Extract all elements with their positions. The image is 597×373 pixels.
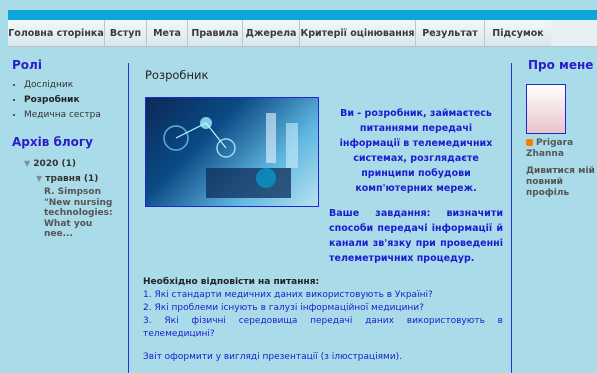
left-sidebar: Ролі Дослідник Розробник Медична сестра … (12, 58, 122, 240)
intro-block: Ви - розробник, займаєтесь питаннями пер… (329, 106, 503, 196)
role-researcher[interactable]: Дослідник (24, 80, 122, 91)
tab-criteria[interactable]: Критерії оцінювання (300, 20, 416, 46)
question-1: 1. Які стандарти медичних даних використ… (143, 290, 433, 300)
lab-illustration (163, 113, 298, 198)
roles-list: Дослідник Розробник Медична сестра (12, 80, 122, 121)
post-heading: Розробник (145, 68, 209, 82)
question-2: 2. Які проблеми існують в галузі інформа… (143, 303, 424, 313)
task-text: Ваше завдання: визначити способи передач… (329, 208, 503, 264)
tab-intro[interactable]: Вступ (105, 20, 147, 46)
archive-year[interactable]: ▼ 2020 (1) (24, 159, 122, 169)
questions-block: Необхідно відповісти на питання: 1. Які … (143, 276, 503, 341)
top-margin (0, 0, 597, 10)
archive-title: Архів блогу (12, 135, 94, 149)
intro-text: Ви - розробник, займаєтесь питаннями пер… (339, 108, 493, 194)
roles-title: Ролі (12, 58, 42, 72)
right-sidebar: Про мене Prigara Zhanna Дивитися мій пов… (520, 58, 597, 198)
navigation-tabs: Головна сторінка Вступ Мета Правила Джер… (8, 20, 597, 47)
profile-link[interactable]: Дивитися мій повний профіль (526, 166, 596, 199)
questions-title: Необхідно відповісти на питання: (143, 277, 320, 287)
triangle-down-icon[interactable]: ▼ (36, 174, 42, 183)
question-3: 3. Які фізичні середовища передачі даних… (143, 316, 503, 339)
left-divider (128, 63, 129, 373)
author-avatar[interactable] (526, 84, 566, 134)
archive-month[interactable]: ▼ травня (1) (36, 174, 122, 184)
author-name[interactable]: Prigara Zhanna (526, 138, 596, 160)
tab-result[interactable]: Результат (416, 20, 485, 46)
role-nurse[interactable]: Медична сестра (24, 110, 122, 121)
main-content: Розробник Ви - розробник, займаєтесь пит… (143, 58, 503, 364)
triangle-down-icon[interactable]: ▼ (24, 159, 30, 168)
blue-header-bar (8, 10, 597, 20)
role-developer[interactable]: Розробник (24, 95, 122, 106)
tab-sources[interactable]: Джерела (243, 20, 300, 46)
task-block: Ваше завдання: визначити способи передач… (143, 206, 503, 266)
blogger-icon (526, 139, 533, 146)
tab-home[interactable]: Головна сторінка (8, 20, 105, 46)
about-title: Про мене (528, 58, 594, 72)
tab-goal[interactable]: Мета (147, 20, 188, 46)
post-image (145, 97, 319, 207)
tab-summary[interactable]: Підсумок (485, 20, 551, 46)
archive-post-link[interactable]: R. Simpson "New nursing technologies: Wh… (44, 187, 114, 240)
right-divider (511, 63, 512, 373)
tab-rules[interactable]: Правила (188, 20, 243, 46)
report-instruction: Звіт оформити у вигляді презентації (з і… (143, 352, 403, 362)
